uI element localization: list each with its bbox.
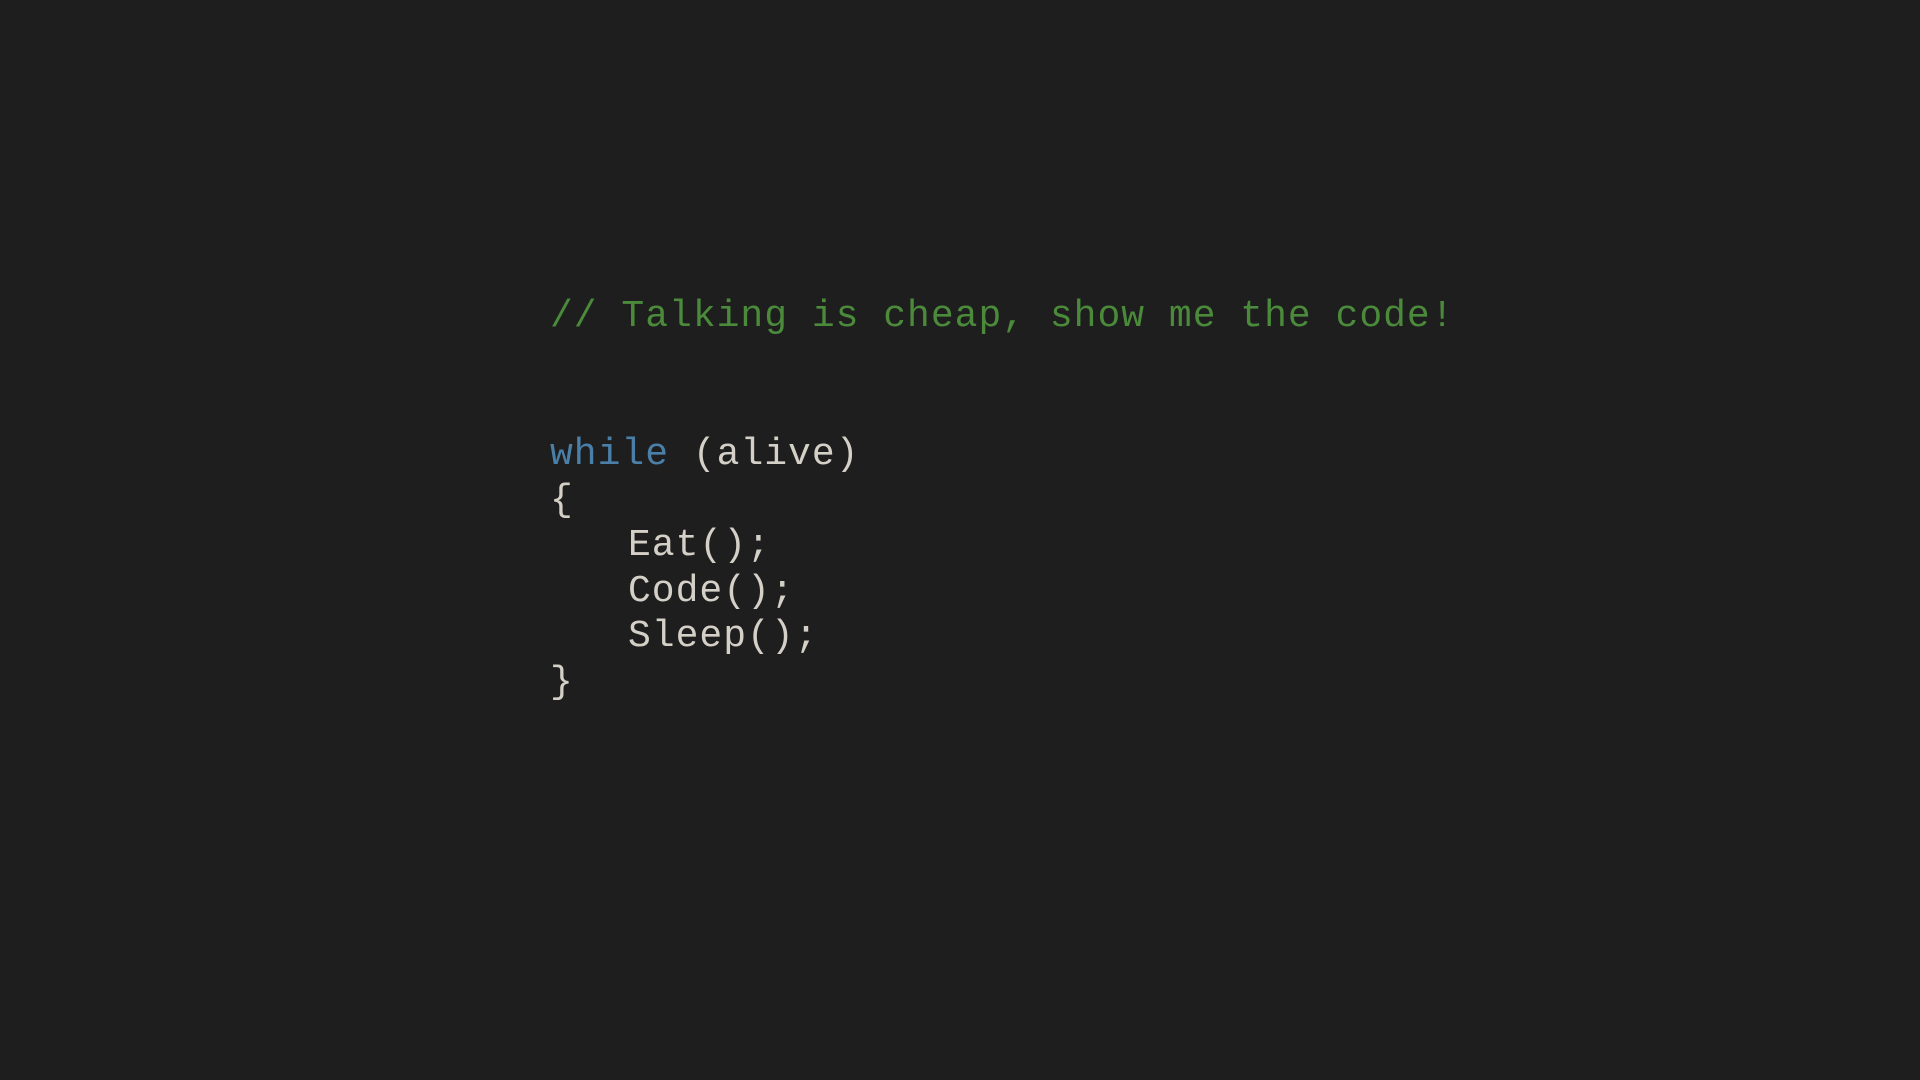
statement-eat: Eat(); — [628, 524, 771, 567]
code-while-line: while (alive) — [550, 432, 1500, 478]
condition-text: (alive) — [669, 433, 859, 476]
statement-code: Code(); — [628, 570, 795, 613]
statement-sleep: Sleep(); — [628, 615, 818, 658]
statement-line-1: Eat(); — [550, 523, 1500, 569]
statement-line-2: Code(); — [550, 569, 1500, 615]
brace-close-line: } — [550, 660, 1500, 706]
blank-line — [550, 386, 1500, 432]
blank-line — [550, 340, 1500, 386]
statement-line-3: Sleep(); — [550, 614, 1500, 660]
keyword-while: while — [550, 433, 669, 476]
code-wallpaper: // Talking is cheap, show me the code! w… — [550, 294, 1500, 705]
brace-open-line: { — [550, 478, 1500, 524]
code-comment-line: // Talking is cheap, show me the code! — [550, 294, 1500, 340]
